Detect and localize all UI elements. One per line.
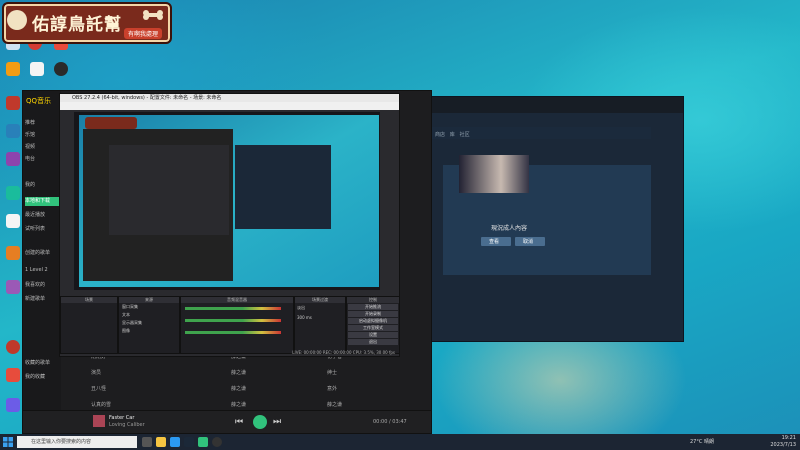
table-row[interactable]: 演员 薛之谦 绅士 — [91, 369, 431, 383]
task-view-icon[interactable] — [142, 437, 152, 447]
qq-sidebar-item[interactable]: 推荐 — [25, 119, 59, 128]
qq-player-bar: Faster Car Loving Caliber ⏮ ⏭ 00:00 / 03… — [23, 410, 431, 433]
steam-window[interactable]: 商店 库 社区 現況成人內容 查看 取消 — [430, 96, 684, 342]
steam-view-button[interactable]: 查看 — [481, 237, 511, 246]
qq-sidebar-item[interactable]: 乐馆 — [25, 131, 59, 140]
source-item[interactable]: 显示器采集 — [119, 319, 179, 327]
obs-window[interactable]: OBS 27.2.4 (64-bit, windows) - 配置文件: 未命名… — [59, 93, 400, 357]
next-icon[interactable]: ⏭ — [273, 417, 281, 427]
desktop-icon-e[interactable] — [2, 214, 24, 229]
steam-notice: 現況成人內容 — [491, 225, 528, 232]
desktop-icon-obs[interactable] — [50, 62, 72, 77]
qq-sidebar-item[interactable]: 1 Level 2 — [25, 267, 59, 276]
desktop-icon-f[interactable] — [2, 246, 24, 261]
duration-input[interactable]: 300 ms — [295, 313, 345, 322]
album-art — [93, 415, 105, 427]
prev-icon[interactable]: ⏮ — [235, 417, 243, 427]
banner-subtitle: 有啊我處理 — [123, 28, 162, 39]
qq-logo: QQ音乐 — [26, 97, 52, 105]
virtual-camera-button[interactable]: 启动虚拟摄像机 — [348, 318, 398, 324]
desktop-icon-a[interactable] — [2, 96, 24, 111]
banner-title: 佑諄鳥託幫 — [32, 15, 122, 35]
transition-select[interactable]: 淡出 — [295, 303, 345, 313]
qq-sidebar-item-active[interactable]: 本地和下载 — [25, 197, 59, 206]
qq-sidebar-item[interactable]: 电台 — [25, 155, 59, 164]
taskbar: 在这里输入你要搜索的内容 27°C 晴朗 19:21 2023/7/13 — [0, 434, 800, 450]
qq-sidebar: QQ音乐 推荐 乐馆 视频 电台 我的 本地和下载 最近播放 试听列表 创建的歌… — [23, 91, 61, 433]
table-row[interactable]: 丑八怪 薛之谦 意外 — [91, 385, 431, 399]
start-record-button[interactable]: 开始录制 — [348, 311, 398, 317]
nested-steam-window — [235, 145, 331, 229]
mixer-dock[interactable]: 音频混音器 — [180, 296, 294, 354]
logo-icon — [7, 10, 27, 30]
source-item[interactable]: 文本 — [119, 311, 179, 319]
steam-cancel-button[interactable]: 取消 — [515, 237, 545, 246]
file-explorer-icon[interactable] — [156, 437, 166, 447]
windows-start-icon[interactable] — [3, 437, 13, 447]
controls-dock[interactable]: 控制 开始推流 开始录制 启动虚拟摄像机 工作室模式 设置 退出 — [346, 296, 400, 354]
source-item[interactable]: 窗口采集 — [119, 303, 179, 311]
qq-sidebar-item[interactable]: 视频 — [25, 143, 59, 152]
settings-button[interactable]: 设置 — [348, 332, 398, 338]
transitions-dock[interactable]: 场景过渡 淡出 300 ms — [294, 296, 346, 354]
qq-sidebar-item: 收藏的歌单 — [25, 360, 51, 366]
exit-button[interactable]: 退出 — [348, 339, 398, 345]
nested-banner — [85, 117, 137, 129]
watermark-banner: 佑諄鳥託幫 有啊我處理 — [2, 2, 172, 44]
now-playing-title: Faster Car — [109, 415, 135, 421]
desktop-icon-h[interactable] — [2, 340, 24, 355]
qq-sidebar-item[interactable]: 我的 — [25, 181, 59, 190]
obs-menubar[interactable] — [60, 102, 399, 110]
studio-mode-button[interactable]: 工作室模式 — [348, 325, 398, 331]
steam-titlebar[interactable] — [431, 97, 683, 113]
edge-icon[interactable] — [170, 437, 180, 447]
weather-widget[interactable]: 27°C 晴朗 — [690, 438, 714, 445]
desktop-icon-g[interactable] — [2, 280, 24, 295]
obs-status-bar: LIVE: 00:00:00 REC: 00:00:00 CPU: 3.5%, … — [292, 350, 395, 355]
qq-sidebar-item[interactable]: 我喜欢的 — [25, 281, 59, 290]
system-clock[interactable]: 19:21 2023/7/13 — [770, 435, 796, 449]
audio-meter — [185, 331, 281, 334]
bone-icon — [143, 10, 163, 20]
play-button[interactable] — [253, 415, 267, 429]
qq-sidebar-item[interactable]: 试听列表 — [25, 225, 59, 234]
now-playing-artist: Loving Caliber — [109, 422, 145, 428]
qq-music-taskbar-icon[interactable] — [198, 437, 208, 447]
desktop-icon-j[interactable] — [2, 398, 24, 413]
steam-nav-bar — [431, 127, 651, 139]
desktop-icon-app2[interactable] — [2, 62, 24, 77]
preview-capture — [79, 115, 379, 287]
obs-preview[interactable] — [74, 112, 380, 290]
taskbar-search-input[interactable]: 在这里输入你要搜索的内容 — [17, 436, 137, 448]
source-item[interactable]: 图像 — [119, 327, 179, 335]
qq-sidebar-item: 创建的歌单 — [25, 250, 51, 256]
desktop-icon-c[interactable] — [2, 152, 24, 167]
nested-obs-window — [109, 145, 229, 235]
desktop-icon-file[interactable] — [26, 62, 48, 77]
desktop-icon-b[interactable] — [2, 124, 24, 139]
qq-sidebar-item[interactable]: 我的收藏 — [25, 373, 59, 382]
qq-sidebar-item[interactable]: 最近播放 — [25, 211, 59, 220]
playback-time: 00:00 / 03:47 — [373, 419, 407, 425]
desktop-icon-d[interactable] — [2, 186, 24, 201]
sources-dock[interactable]: 来源 窗口采集 文本 显示器采集 图像 — [118, 296, 180, 354]
obs-taskbar-icon[interactable] — [212, 437, 222, 447]
audio-meter — [185, 319, 281, 322]
start-stream-button[interactable]: 开始推流 — [348, 304, 398, 310]
audio-meter — [185, 307, 281, 310]
obs-titlebar[interactable]: OBS 27.2.4 (64-bit, windows) - 配置文件: 未命名… — [60, 94, 399, 102]
steam-taskbar-icon[interactable] — [184, 437, 194, 447]
desktop-icon-i[interactable] — [2, 368, 24, 383]
qq-sidebar-item[interactable]: 新建歌单 — [25, 295, 59, 304]
game-cover-image — [459, 155, 529, 193]
scenes-dock[interactable]: 场景 — [60, 296, 118, 354]
